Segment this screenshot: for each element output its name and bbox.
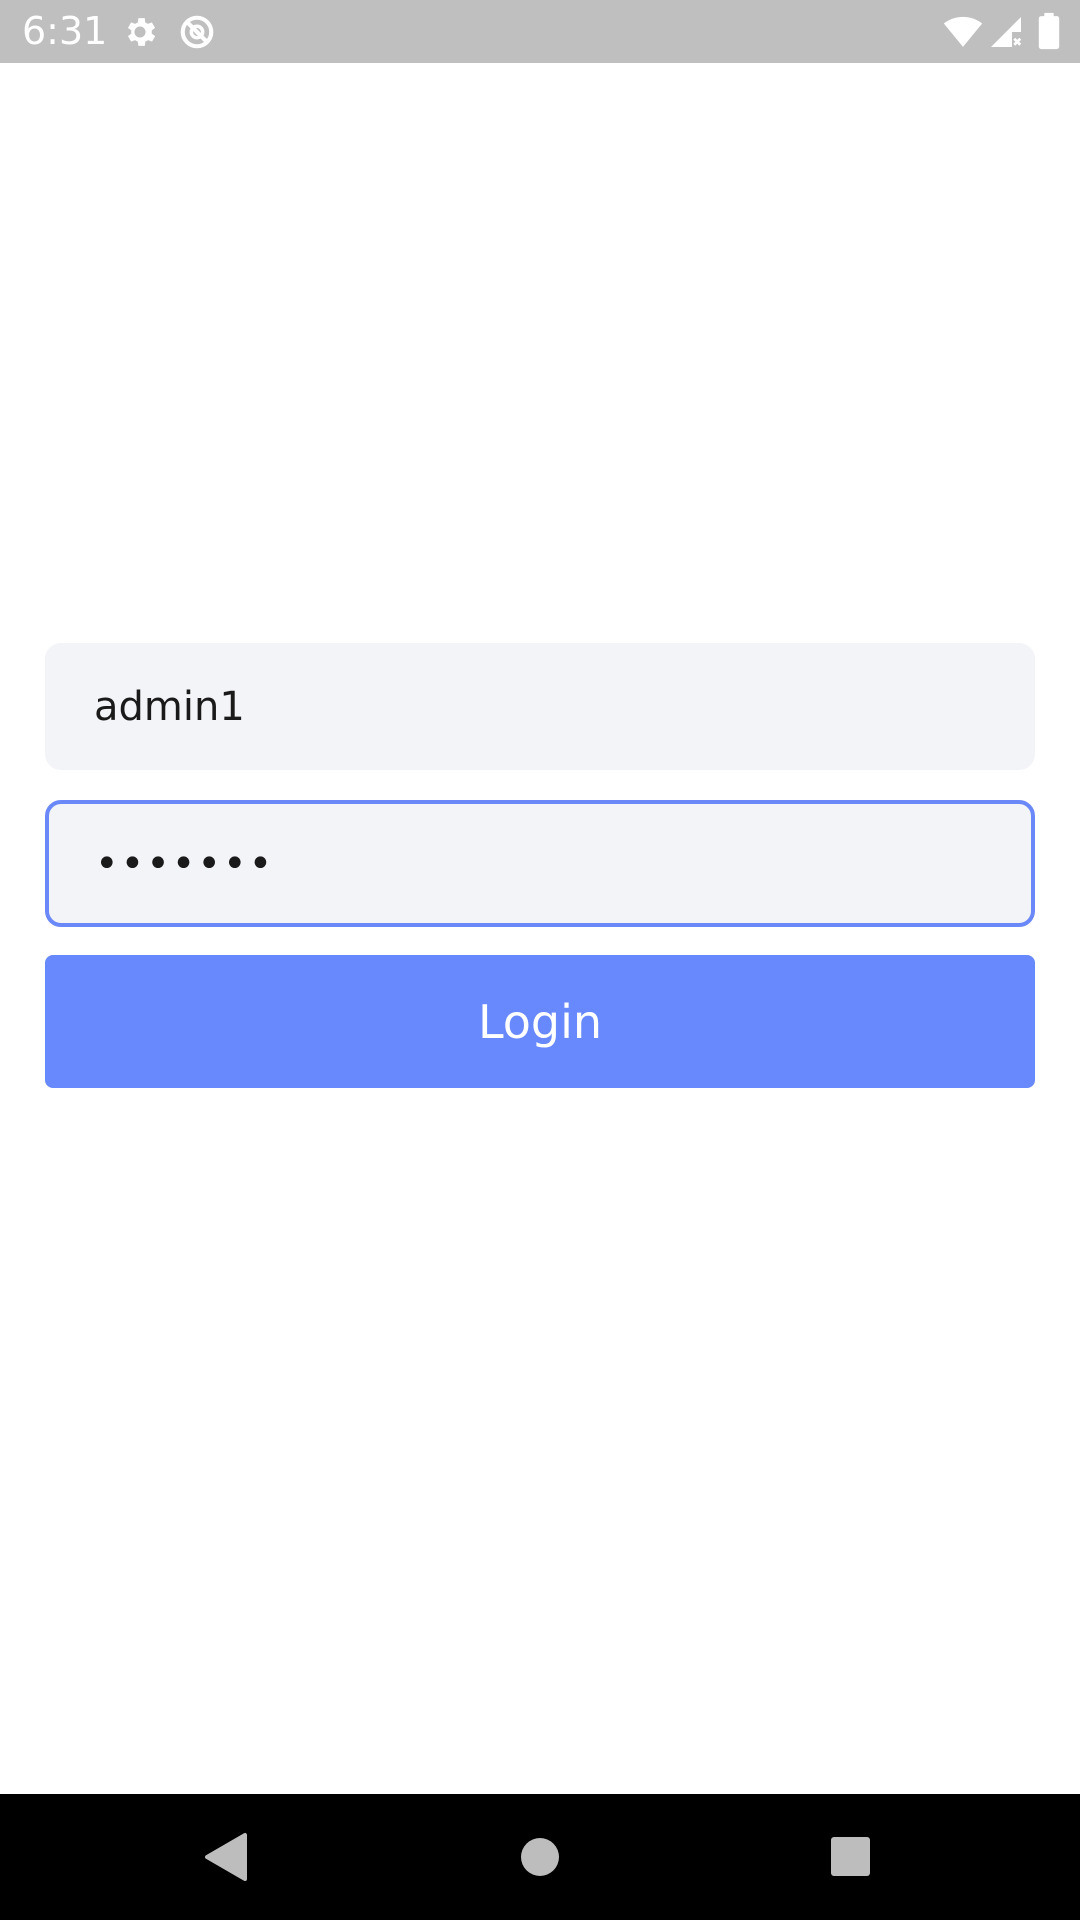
home-icon bbox=[521, 1838, 559, 1876]
recents-icon bbox=[831, 1837, 870, 1876]
gear-icon bbox=[121, 13, 159, 51]
login-screen bbox=[0, 63, 1080, 1794]
home-button[interactable] bbox=[507, 1824, 573, 1890]
no-sync-icon bbox=[178, 13, 216, 51]
login-button[interactable]: Login bbox=[45, 955, 1035, 1088]
back-button[interactable] bbox=[193, 1824, 259, 1890]
wifi-icon bbox=[943, 13, 983, 54]
password-input[interactable] bbox=[45, 800, 1035, 927]
username-input[interactable] bbox=[45, 643, 1035, 770]
back-icon bbox=[205, 1833, 247, 1881]
navigation-bar bbox=[0, 1794, 1080, 1920]
status-bar: 6:31 bbox=[0, 0, 1080, 63]
cell-signal-no-data-icon bbox=[988, 13, 1024, 56]
battery-icon bbox=[1038, 12, 1060, 55]
status-time: 6:31 bbox=[22, 9, 108, 53]
recents-button[interactable] bbox=[817, 1824, 883, 1890]
